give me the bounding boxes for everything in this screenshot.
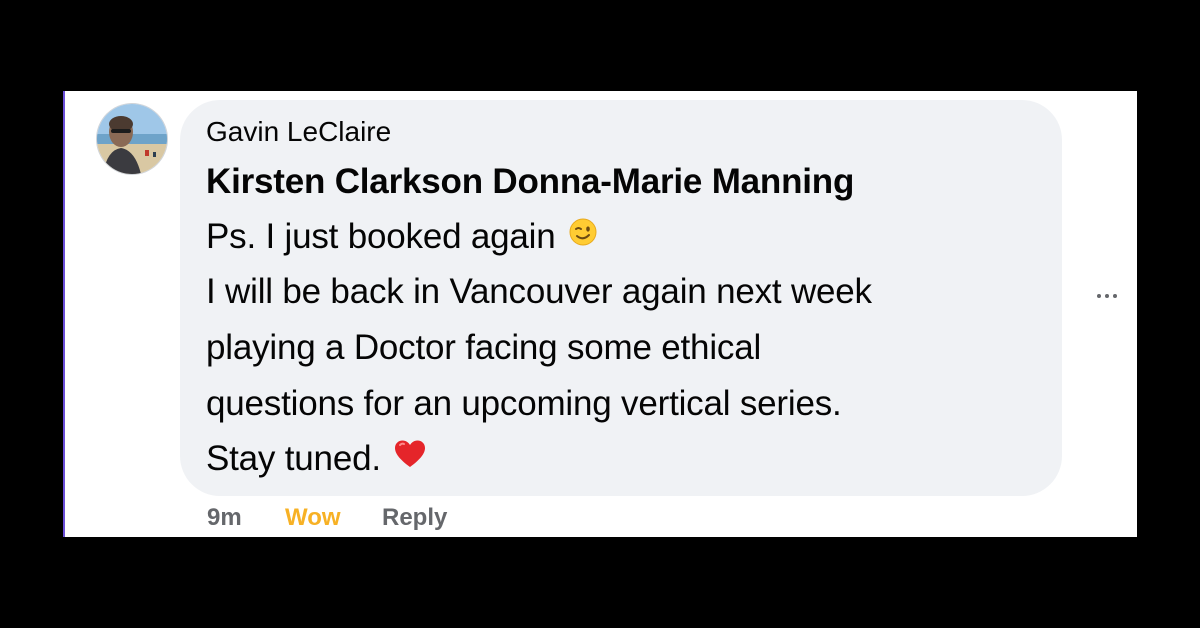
more-options-icon[interactable] xyxy=(1087,281,1127,311)
reply-button[interactable]: Reply xyxy=(382,504,447,532)
comment-text: Ps. I just booked again xyxy=(206,217,556,256)
comment-text-line-1: Ps. I just booked again xyxy=(206,217,598,257)
comment-text: Stay tuned. xyxy=(206,439,381,478)
winking-face-emoji-icon xyxy=(568,216,598,256)
dot xyxy=(1105,294,1109,298)
avatar[interactable] xyxy=(97,104,167,174)
comment-author-name[interactable]: Gavin LeClaire xyxy=(206,116,391,148)
dot xyxy=(1113,294,1117,298)
comment-timestamp[interactable]: 9m xyxy=(207,504,242,532)
comment-text-line-4: questions for an upcoming vertical serie… xyxy=(206,384,842,423)
comment-bubble: Gavin LeClaire Kirsten Clarkson Donna-Ma… xyxy=(180,100,1062,496)
wow-reaction-button[interactable]: Wow xyxy=(285,504,341,532)
comment-text-line-5: Stay tuned. xyxy=(206,439,427,479)
card-edge-divider xyxy=(63,91,65,537)
comment-card: Gavin LeClaire Kirsten Clarkson Donna-Ma… xyxy=(63,91,1137,537)
dot xyxy=(1097,294,1101,298)
red-heart-emoji-icon xyxy=(393,438,427,478)
comment-text-line-2: I will be back in Vancouver again next w… xyxy=(206,272,872,311)
mentioned-users[interactable]: Kirsten Clarkson Donna-Marie Manning xyxy=(206,162,854,202)
comment-text-line-3: playing a Doctor facing some ethical xyxy=(206,328,762,367)
